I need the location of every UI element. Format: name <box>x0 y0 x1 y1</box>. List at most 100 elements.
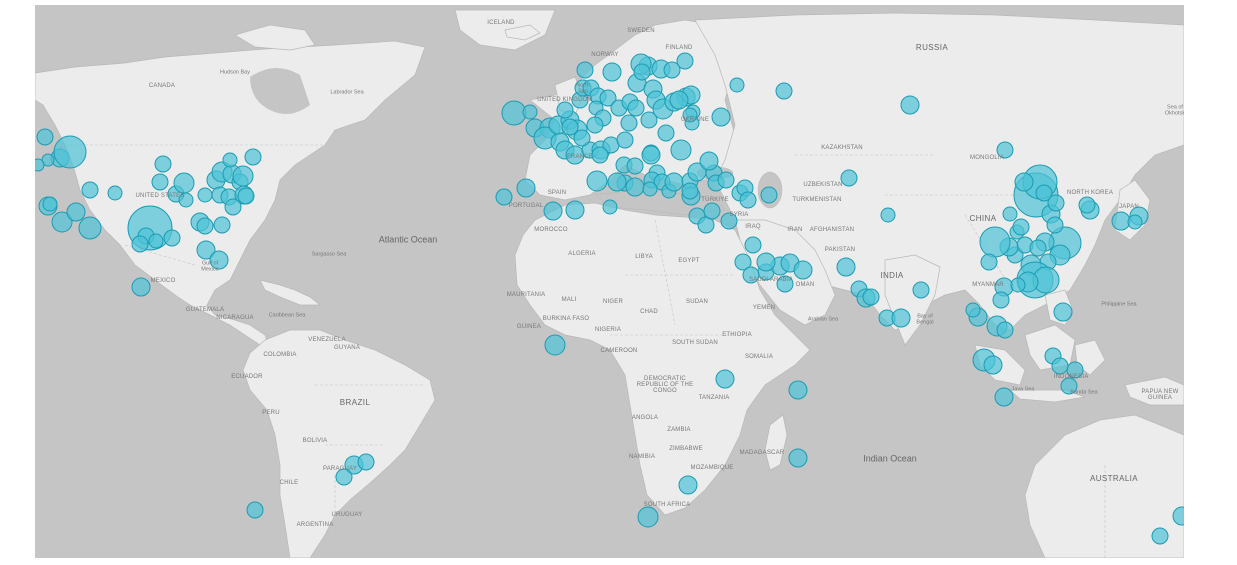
map-bubble-marker[interactable] <box>1053 302 1073 322</box>
map-bubble-marker[interactable] <box>912 281 930 299</box>
map-bubble-marker[interactable] <box>576 61 594 79</box>
map-bubble-marker[interactable] <box>131 235 149 253</box>
map-bubble-marker[interactable] <box>840 169 858 187</box>
map-bubble-marker[interactable] <box>703 202 721 220</box>
map-bubble-marker[interactable] <box>1010 277 1026 293</box>
map-bubble-marker[interactable] <box>197 187 213 203</box>
map-bubble-marker[interactable] <box>627 99 645 117</box>
map-bubble-marker[interactable] <box>739 191 757 209</box>
map-bubble-marker[interactable] <box>246 501 264 519</box>
map-bubble-marker[interactable] <box>717 171 735 189</box>
map-bubble-marker[interactable] <box>42 196 58 212</box>
map-bubble-marker[interactable] <box>744 236 762 254</box>
map-bubble-marker[interactable] <box>1051 357 1069 375</box>
world-map[interactable]: Atlantic Ocean Indian Ocean CANADA UNITE… <box>35 5 1184 558</box>
map-bubble-marker[interactable] <box>663 61 681 79</box>
map-bubble-marker[interactable] <box>891 308 911 328</box>
map-bubble-marker[interactable] <box>994 387 1014 407</box>
map-bubble-marker[interactable] <box>543 201 563 221</box>
map-bubble-marker[interactable] <box>880 207 896 223</box>
map-bubble-marker[interactable] <box>756 252 776 272</box>
map-bubble-marker[interactable] <box>678 475 698 495</box>
label-ecuador: ECUADOR <box>231 374 263 380</box>
map-bubble-marker[interactable] <box>729 77 745 93</box>
map-bubble-marker[interactable] <box>148 233 164 249</box>
label-bay-of-bengal: Bay of Bengal <box>916 313 934 325</box>
map-bubble-marker[interactable] <box>501 100 527 126</box>
map-bubble-marker[interactable] <box>151 173 169 191</box>
map-bubble-marker[interactable] <box>222 152 238 168</box>
map-bubble-marker[interactable] <box>775 82 793 100</box>
map-bubble-marker[interactable] <box>586 170 608 192</box>
map-bubble-marker[interactable] <box>81 181 99 199</box>
map-bubble-marker[interactable] <box>996 321 1014 339</box>
map-bubble-marker[interactable] <box>1029 239 1047 257</box>
map-bubble-marker[interactable] <box>244 148 262 166</box>
map-bubble-marker[interactable] <box>625 177 645 197</box>
map-bubble-marker[interactable] <box>516 178 536 198</box>
map-bubble-marker[interactable] <box>173 172 195 194</box>
map-bubble-marker[interactable] <box>573 129 591 147</box>
map-bubble-marker[interactable] <box>711 107 731 127</box>
map-bubble-marker[interactable] <box>565 200 585 220</box>
map-bubble-marker[interactable] <box>107 185 123 201</box>
map-bubble-marker[interactable] <box>670 139 692 161</box>
map-bubble-marker[interactable] <box>1127 214 1143 230</box>
map-bubble-marker[interactable] <box>642 181 658 197</box>
map-bubble-marker[interactable] <box>544 334 566 356</box>
map-bubble-marker[interactable] <box>53 135 87 169</box>
map-bubble-marker[interactable] <box>607 172 627 192</box>
map-bubble-marker[interactable] <box>1002 206 1018 222</box>
map-bubble-marker[interactable] <box>1047 194 1065 212</box>
map-bubble-marker[interactable] <box>699 151 719 171</box>
map-bubble-marker[interactable] <box>586 116 604 134</box>
map-bubble-marker[interactable] <box>154 155 172 173</box>
map-bubble-marker[interactable] <box>980 253 998 271</box>
map-bubble-marker[interactable] <box>36 128 54 146</box>
map-bubble-marker[interactable] <box>163 229 181 247</box>
map-bubble-marker[interactable] <box>793 260 813 280</box>
map-bubble-marker[interactable] <box>641 145 661 165</box>
map-bubble-marker[interactable] <box>522 104 538 120</box>
map-bubble-marker[interactable] <box>760 186 778 204</box>
map-bubble-marker[interactable] <box>131 277 151 297</box>
map-bubble-marker[interactable] <box>224 198 242 216</box>
map-bubble-marker[interactable] <box>836 257 856 277</box>
map-bubble-marker[interactable] <box>983 355 1003 375</box>
map-bubble-marker[interactable] <box>1078 196 1096 214</box>
map-bubble-marker[interactable] <box>715 369 735 389</box>
map-bubble-marker[interactable] <box>35 158 45 172</box>
map-bubble-marker[interactable] <box>357 453 375 471</box>
map-bubble-marker[interactable] <box>232 165 254 187</box>
map-bubble-marker[interactable] <box>992 291 1010 309</box>
map-bubble-marker[interactable] <box>788 448 808 468</box>
map-bubble-marker[interactable] <box>637 506 659 528</box>
map-bubble-marker[interactable] <box>66 202 86 222</box>
map-bubble-marker[interactable] <box>591 146 609 164</box>
map-bubble-marker[interactable] <box>602 199 618 215</box>
map-bubble-marker[interactable] <box>657 124 675 142</box>
map-bubble-marker[interactable] <box>213 216 231 234</box>
map-bubble-marker[interactable] <box>664 172 684 192</box>
map-bubble-marker[interactable] <box>788 380 808 400</box>
map-bubble-marker[interactable] <box>602 62 622 82</box>
map-bubble-marker[interactable] <box>1111 211 1131 231</box>
map-bubble-marker[interactable] <box>620 114 638 132</box>
map-bubble-marker[interactable] <box>616 131 634 149</box>
map-bubble-marker[interactable] <box>1046 216 1064 234</box>
map-bubble-marker[interactable] <box>862 288 880 306</box>
map-bubble-marker[interactable] <box>237 187 255 205</box>
map-bubble-marker[interactable] <box>1151 527 1169 545</box>
map-bubble-marker[interactable] <box>669 90 689 110</box>
map-bubble-marker[interactable] <box>196 217 214 235</box>
map-bubble-marker[interactable] <box>633 63 651 81</box>
map-bubble-marker[interactable] <box>965 302 981 318</box>
map-bubble-marker[interactable] <box>78 216 102 240</box>
map-bubble-marker[interactable] <box>626 157 644 175</box>
map-bubble-marker[interactable] <box>556 101 574 119</box>
map-bubble-marker[interactable] <box>979 226 1011 258</box>
map-bubble-marker[interactable] <box>1012 218 1030 236</box>
map-bubble-marker[interactable] <box>681 182 699 200</box>
map-bubble-marker[interactable] <box>900 95 920 115</box>
map-bubble-marker[interactable] <box>1014 172 1034 192</box>
